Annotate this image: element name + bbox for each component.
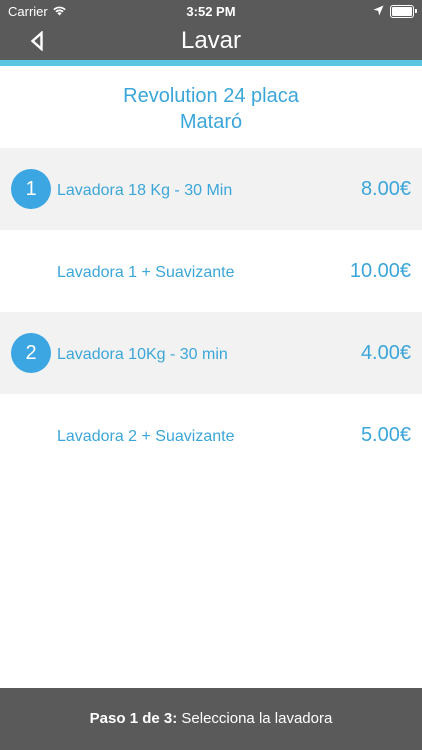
top-bar: Carrier 3:52 PM Lavar bbox=[0, 0, 422, 60]
option-label: Lavadora 10Kg - 30 min bbox=[57, 346, 228, 363]
option-label: Lavadora 18 Kg - 30 Min bbox=[57, 182, 233, 199]
location-arrow-icon bbox=[373, 4, 384, 19]
location-city: Mataró bbox=[179, 111, 243, 133]
machine-number-badge: 1 bbox=[11, 169, 51, 209]
step-footer: Paso 1 de 3: Selecciona la lavadora bbox=[0, 688, 422, 750]
option-row[interactable]: 2 Lavadora 10Kg - 30 min 4.00€ bbox=[0, 312, 422, 394]
screen: Carrier 3:52 PM Lavar Revolution 24 plac… bbox=[0, 0, 422, 750]
nav-bar: Lavar bbox=[0, 22, 422, 60]
location-header: Revolution 24 placa Mataró bbox=[0, 66, 422, 148]
status-right bbox=[373, 4, 417, 19]
option-price: 8.00€ bbox=[360, 178, 411, 200]
option-price: 4.00€ bbox=[360, 342, 411, 364]
option-label: Lavadora 2 + Suavizante bbox=[57, 428, 235, 445]
location-name: Revolution 24 placa bbox=[123, 85, 299, 107]
machine-number-badge: 2 bbox=[11, 333, 51, 373]
status-bar: Carrier 3:52 PM bbox=[0, 0, 422, 22]
status-time: 3:52 PM bbox=[186, 4, 236, 19]
option-label: Lavadora 1 + Suavizante bbox=[57, 264, 235, 281]
option-row[interactable]: Lavadora 2 + Suavizante 5.00€ bbox=[0, 394, 422, 476]
option-price: 10.00€ bbox=[349, 260, 411, 282]
battery-icon bbox=[390, 5, 417, 18]
step-instruction: Selecciona la lavadora bbox=[181, 710, 333, 727]
option-row[interactable]: Lavadora 1 + Suavizante 10.00€ bbox=[0, 230, 422, 312]
machine-list: 1 Lavadora 18 Kg - 30 Min 8.00€ Lavadora… bbox=[0, 148, 422, 476]
option-row[interactable]: 1 Lavadora 18 Kg - 30 Min 8.00€ bbox=[0, 148, 422, 230]
step-indicator: Paso 1 de 3: bbox=[89, 710, 178, 727]
option-price: 5.00€ bbox=[360, 424, 411, 446]
page-title: Lavar bbox=[180, 27, 242, 54]
